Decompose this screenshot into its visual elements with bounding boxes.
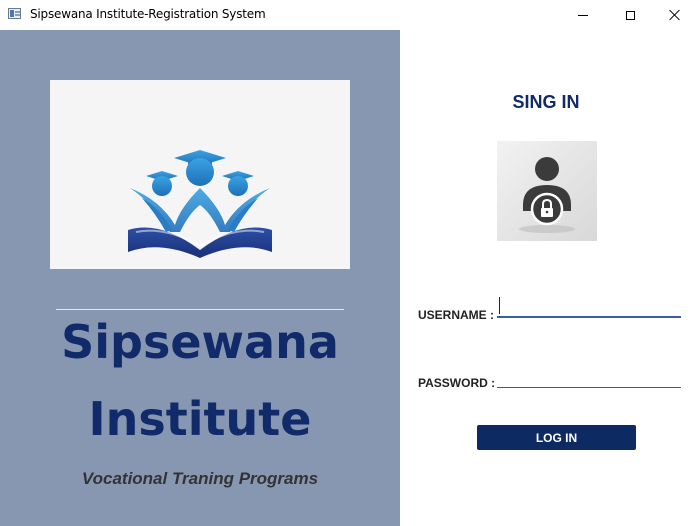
password-label: PASSWORD : [418,376,496,390]
username-input[interactable] [497,298,681,318]
minimize-button[interactable] [560,0,606,30]
close-button[interactable] [652,0,698,30]
window-title: Sipsewana Institute-Registration System [30,7,266,21]
app-window-icon [8,8,21,19]
maximize-icon [625,10,635,20]
brand-name-line2: Institute [88,392,312,446]
minimize-icon [578,14,588,16]
username-label: USERNAME : [418,308,495,322]
user-lock-icon [497,141,597,241]
login-button[interactable]: LOG IN [477,425,636,450]
graduates-book-logo-icon [128,150,272,258]
password-input[interactable] [497,368,681,388]
institute-logo [50,80,350,269]
close-icon [669,9,681,21]
title-bar: Sipsewana Institute-Registration System [0,0,698,30]
branding-panel: Sipsewana Institute Vocational Traning P… [0,30,400,526]
signin-heading: SING IN [512,92,580,112]
brand-name-line1: Sipsewana [61,315,339,369]
brand-divider [56,309,344,310]
text-caret [499,297,500,314]
brand-tagline: Vocational Traning Programs [81,469,319,488]
maximize-button[interactable] [607,0,653,30]
